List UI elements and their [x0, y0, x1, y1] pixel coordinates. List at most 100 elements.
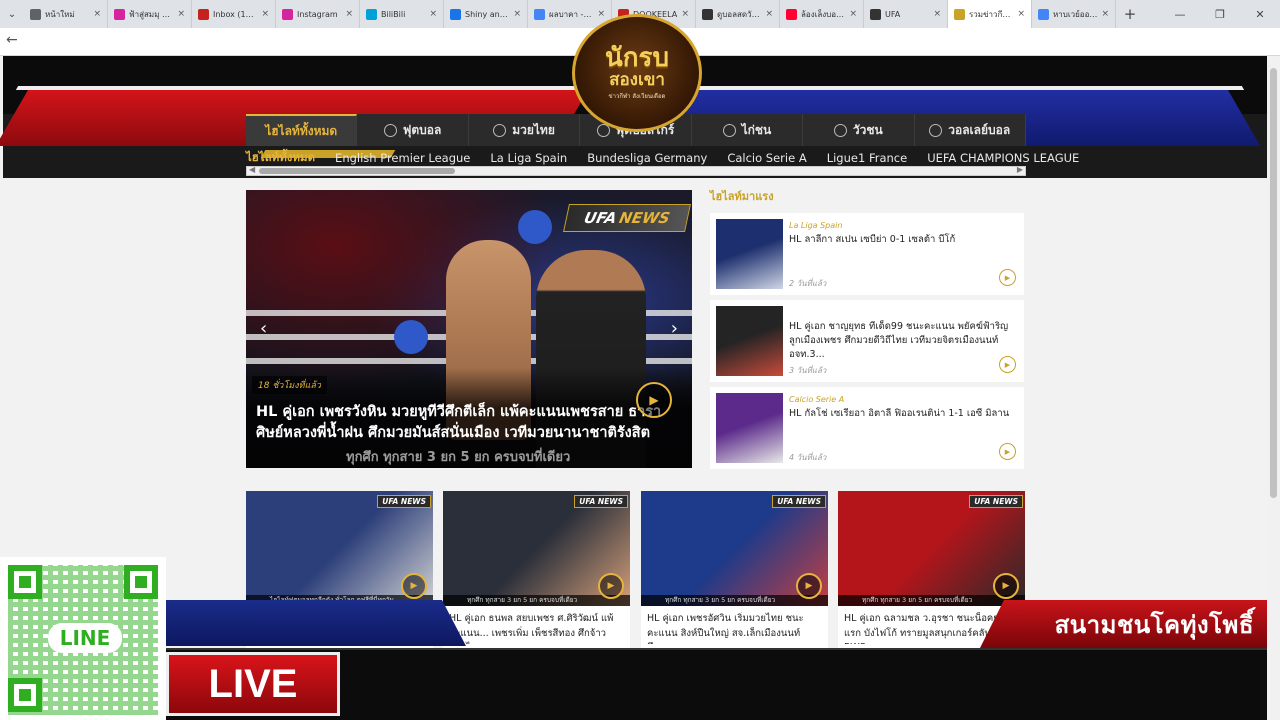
browser-tab[interactable]: Instagram × [276, 0, 360, 28]
boxing-icon [493, 123, 507, 137]
play-icon[interactable]: ▶ [999, 269, 1016, 286]
trending-thumbnail[interactable] [716, 306, 783, 376]
browser-tab[interactable]: หาบเวย์ออกไ × [1032, 0, 1116, 28]
card-play-icon[interactable]: ▶ [401, 573, 427, 599]
trending-item[interactable]: HL คู่เอก ชาญยุทธ ทีเด็ด99 ชนะคะแนน พยัค… [710, 300, 1024, 382]
nav-item[interactable]: ฟุตบอล [357, 114, 469, 146]
trending-headline[interactable]: HL กัลโช่ เซเรียอา อิตาลี ฟิออเรนติน่า 1… [789, 407, 1015, 421]
subnav-item[interactable]: La Liga Spain [480, 151, 577, 165]
live-text: LIVE [208, 661, 298, 706]
venue-panel: สนามชนโคทุ่งโพธิ์ [980, 600, 1280, 648]
live-badge: LIVE [166, 652, 340, 716]
tab-favicon-icon [870, 8, 881, 20]
trending-thumbnail[interactable] [716, 219, 783, 289]
play-icon[interactable]: ▶ [999, 356, 1016, 373]
trending-item[interactable]: La Liga Spain HL ลาลีกา สเปน เซบีย่า 0-1 … [710, 213, 1024, 295]
scroll-thumb[interactable] [259, 168, 455, 174]
nav-item[interactable]: ไฮไลท์ทั้งหมด [246, 114, 358, 146]
minimize-button[interactable]: — [1160, 8, 1200, 21]
subnav-item[interactable]: Bundesliga Germany [577, 151, 717, 165]
nav-item-label: มวยไทย [512, 122, 555, 137]
tab-search-icon[interactable]: ⌄ [0, 9, 24, 20]
tab-close-icon[interactable]: × [1017, 9, 1025, 19]
scroll-left-icon[interactable]: ◀ [249, 165, 255, 174]
browser-tab[interactable]: ล้องเล็งบอลลี × [780, 0, 864, 28]
site-logo[interactable]: นักรบ สองเขา ข่าวกีฬา สังเวียนเดือด [572, 14, 702, 132]
nav-item[interactable]: ไก่ชน [692, 114, 804, 146]
bull-icon [833, 123, 847, 137]
tab-title: ดูบอลสดวันนี้ ดู [717, 9, 762, 19]
tab-title: Shiny and go [465, 9, 509, 19]
subnav-item[interactable]: Calcio Serie A [717, 151, 816, 165]
tab-close-icon[interactable]: × [933, 9, 941, 19]
subnav-item[interactable]: ไฮไลท์ทั้งหมด [246, 149, 325, 167]
line-qr-code[interactable]: LINE [0, 557, 166, 720]
browser-tab[interactable]: หน้าใหม่ × [24, 0, 108, 28]
header-ribbon-edge [651, 86, 1245, 90]
card-play-icon[interactable]: ▶ [993, 573, 1019, 599]
hero-prev-arrow-icon[interactable]: ‹ [260, 318, 267, 339]
subnav-item[interactable]: English Premier League [325, 151, 480, 165]
subnav-item[interactable]: UEFA CHAMPIONS LEAGUE [917, 151, 1089, 165]
hero-slider[interactable]: UFA NEWS ‹ › 18 ชั่วโมงที่แล้ว HL คู่เอก… [246, 190, 692, 468]
subnav-item[interactable]: Ligue1 France [817, 151, 917, 165]
trending-time: 2 วันที่แล้ว [789, 279, 827, 288]
tab-favicon-icon [282, 8, 293, 20]
browser-tab[interactable]: ฟ้าสู่สมมุ • Ins × [108, 0, 192, 28]
close-window-button[interactable]: ✕ [1240, 8, 1280, 21]
tab-close-icon[interactable]: × [597, 9, 605, 19]
tab-close-icon[interactable]: × [93, 9, 101, 19]
nav-item-label: วัวชน [852, 122, 883, 137]
hero-title[interactable]: HL คู่เอก เพชรวังหิน มวยหูทีวีศึกตีเล็ก … [256, 402, 686, 448]
trending-title: ไฮไลท์มาแรง [710, 190, 774, 203]
tab-favicon-icon [198, 8, 209, 20]
back-arrow-icon[interactable]: ← [6, 32, 18, 48]
play-icon[interactable]: ▶ [999, 443, 1016, 460]
qr-finder [8, 678, 42, 712]
boxing-glove-icon [518, 210, 552, 244]
browser-tab[interactable]: ดูบอลสดวันนี้ ดู× [696, 0, 780, 28]
maximize-button[interactable]: ❐ [1200, 8, 1240, 21]
hero-play-icon[interactable]: ▶ [636, 382, 672, 418]
browser-tab[interactable]: BiliBili × [360, 0, 444, 28]
trending-headline[interactable]: HL ลาลีกา สเปน เซบีย่า 0-1 เซลต้า บีโก้ [789, 233, 1015, 247]
tab-favicon-icon [954, 8, 965, 20]
scroll-right-icon[interactable]: ▶ [1017, 165, 1023, 174]
tab-close-icon[interactable]: × [1101, 9, 1109, 19]
nav-item[interactable]: มวยไทย [469, 114, 581, 146]
card-play-icon[interactable]: ▶ [796, 573, 822, 599]
tab-close-icon[interactable]: × [345, 9, 353, 19]
page-scrollbar[interactable] [1267, 56, 1280, 720]
nav-item-label: ไก่ชน [741, 122, 772, 137]
tab-close-icon[interactable]: × [513, 9, 521, 19]
trending-item[interactable]: Calcio Serie A HL กัลโช่ เซเรียอา อิตาลี … [710, 387, 1024, 469]
card-ufa-news-badge: UFA NEWS [969, 495, 1023, 508]
browser-tab[interactable]: Inbox (138) -× [192, 0, 276, 28]
football-icon [383, 123, 397, 137]
tab-title: หาบเวย์ออกไ [1053, 9, 1098, 19]
tab-close-icon[interactable]: × [177, 9, 185, 19]
new-tab-button[interactable]: + [1116, 5, 1144, 23]
card-play-icon[interactable]: ▶ [598, 573, 624, 599]
nav-item[interactable]: วอลเลย์บอล [915, 114, 1026, 146]
tab-title: Instagram [297, 9, 338, 19]
browser-tab[interactable]: UFA × [864, 0, 948, 28]
tab-close-icon[interactable]: × [429, 9, 437, 19]
hero-next-arrow-icon[interactable]: › [671, 318, 678, 339]
nav-item[interactable]: วัวชน [803, 114, 915, 146]
venue-name: สนามชนโคทุ่งโพธิ์ [1054, 610, 1254, 639]
browser-tab[interactable]: Shiny and go × [444, 0, 528, 28]
trending-headline[interactable]: HL คู่เอก ชาญยุทธ ทีเด็ด99 ชนะคะแนน พยัค… [789, 320, 1015, 361]
tab-close-icon[interactable]: × [681, 9, 689, 19]
nav-item-label: วอลเลย์บอล [948, 122, 1011, 137]
tab-title: หน้าใหม่ [45, 9, 75, 19]
tab-title: ล้องเล็งบอลลี [801, 9, 846, 19]
tab-close-icon[interactable]: × [261, 9, 269, 19]
tab-close-icon[interactable]: × [765, 9, 773, 19]
page-scroll-thumb[interactable] [1270, 68, 1277, 498]
trending-thumbnail[interactable] [716, 393, 783, 463]
browser-tab[interactable]: รวมข่าวกีฬา ส × [948, 0, 1032, 28]
tab-favicon-icon [450, 8, 461, 20]
subnav-scrollbar[interactable]: ◀ ▶ [246, 165, 1026, 176]
tab-close-icon[interactable]: × [849, 9, 857, 19]
